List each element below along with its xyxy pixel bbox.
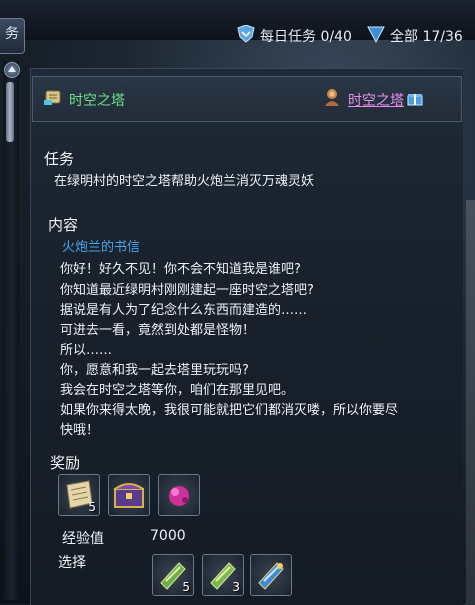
location-link[interactable]: 时空之塔	[348, 90, 404, 110]
quest-scroll-icon	[44, 90, 61, 105]
window-tab[interactable]: 务	[0, 18, 25, 54]
daily-quest-icon	[237, 25, 255, 43]
content-line: 快哦！	[60, 423, 100, 438]
content-line: 所以……	[60, 343, 113, 358]
content-line: 据说是有人为了纪念什么东西而建造的……	[60, 303, 308, 318]
content-heading: 内容	[48, 216, 79, 234]
all-quest-icon	[367, 26, 385, 43]
scroll-up-button[interactable]	[4, 62, 20, 78]
reward-heading: 奖励	[50, 454, 81, 472]
npc-portrait-icon	[325, 89, 339, 106]
daily-quest-counter[interactable]: 每日任务 0/40	[260, 26, 352, 46]
content-line: 你，愿意和我一起去塔里玩玩吗?	[60, 363, 249, 378]
choice-item-slot[interactable]	[250, 554, 292, 596]
reward-item-slot[interactable]	[158, 474, 200, 516]
quest-title: 时空之塔	[69, 93, 125, 109]
blue-scroll-icon	[258, 562, 284, 590]
background-edge	[466, 200, 475, 604]
gift-icon[interactable]	[407, 90, 423, 106]
content-line: 我会在时空之塔等你，咱们在那里见吧。	[60, 383, 295, 398]
content-line: 你知道最近绿明村刚刚建起一座时空之塔吧?	[60, 283, 314, 298]
item-count: 3	[232, 580, 240, 594]
content-line: 如果你来得太晚，我很可能就把它们都消灭喽，所以你要尽	[60, 403, 399, 418]
choice-item-slot[interactable]: 3	[202, 554, 244, 596]
exp-label: 经验值	[62, 531, 104, 547]
all-quest-counter[interactable]: 全部 17/36	[390, 26, 463, 46]
content-line: 你好！好久不见！你不会不知道我是谁吧?	[60, 262, 301, 277]
exp-value: 7000	[150, 528, 186, 544]
task-description: 在绿明村的时空之塔帮助火炮兰消灭万魂灵妖	[54, 174, 315, 189]
reward-item-slot[interactable]	[108, 474, 150, 516]
choice-label: 选择	[58, 555, 86, 571]
pink-gem-icon	[169, 486, 189, 506]
choice-item-slot[interactable]: 5	[152, 554, 194, 596]
letter-sender: 火炮兰的书信	[62, 240, 141, 255]
task-heading: 任务	[44, 150, 75, 168]
treasure-chest-icon	[114, 483, 144, 508]
item-count: 5	[182, 580, 190, 594]
item-count: 5	[88, 500, 96, 514]
scroll-thumb[interactable]	[6, 82, 14, 142]
content-line: 可进去一看，竟然到处都是怪物！	[60, 323, 256, 338]
reward-item-slot[interactable]: 5	[58, 474, 100, 516]
